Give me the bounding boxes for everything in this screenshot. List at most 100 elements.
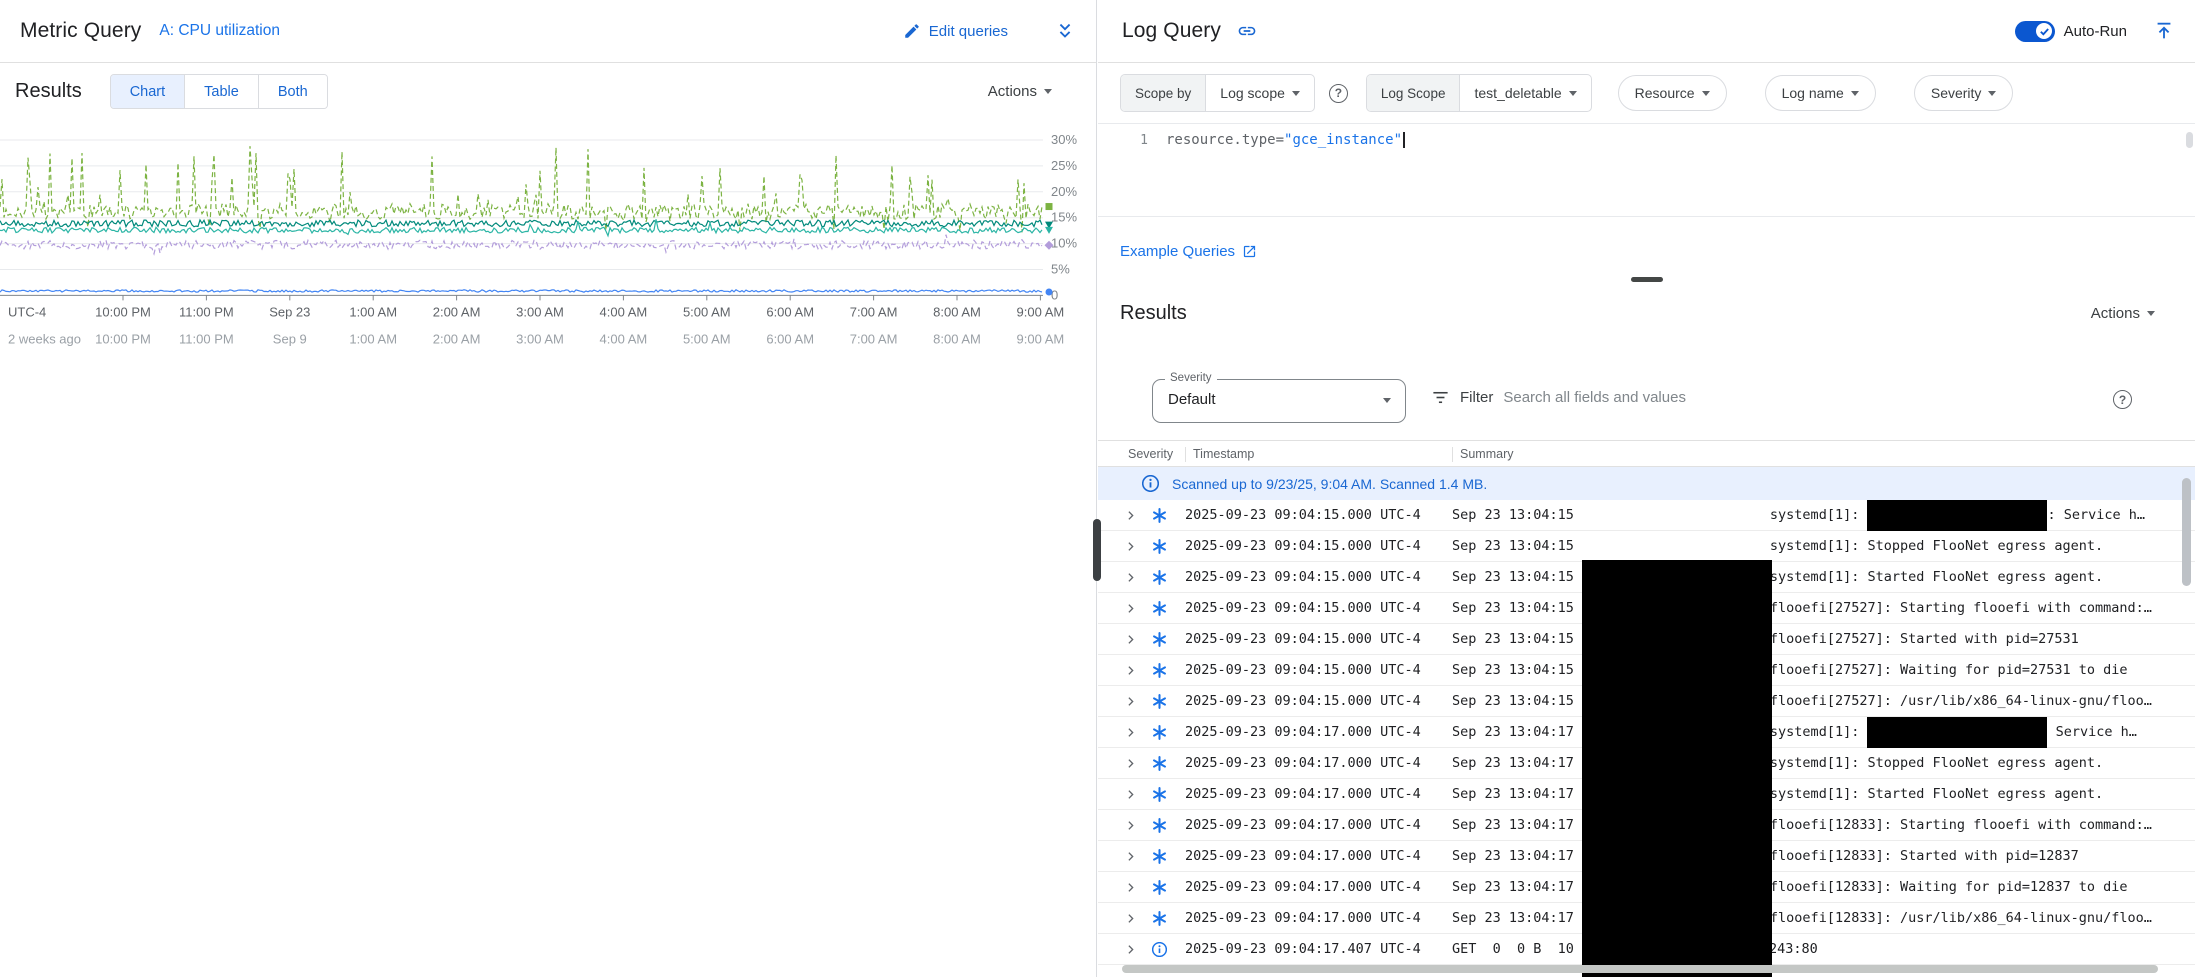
chart-canvas[interactable]: 30%25%20%15%10%5%0UTC-410:00 PM11:00 PMS…	[0, 120, 1097, 977]
severity-info-icon	[1152, 942, 1167, 957]
metric-query-a-link[interactable]: A: CPU utilization	[159, 22, 280, 40]
severity-cell	[1152, 818, 1185, 833]
expand-chevron-icon[interactable]	[1124, 819, 1152, 832]
collapse-queries-button[interactable]	[1054, 20, 1076, 42]
chevron-down-icon	[1383, 398, 1391, 403]
severity-select[interactable]: Severity Default	[1152, 379, 1406, 423]
expand-chevron-icon[interactable]	[1124, 726, 1152, 739]
filter-pill-resource[interactable]: Resource	[1618, 75, 1727, 111]
column-severity: Severity	[1128, 447, 1173, 461]
severity-default-icon	[1152, 663, 1167, 678]
timestamp-cell: 2025-09-23 09:04:17.000 UTC-4	[1185, 755, 1452, 771]
severity-default-icon	[1152, 880, 1167, 895]
redaction-overlay	[1582, 560, 1772, 977]
severity-default-icon	[1152, 601, 1167, 616]
expand-chevron-icon[interactable]	[1124, 881, 1152, 894]
query-editor[interactable]: 1 resource.type="gce_instance"	[1098, 123, 2195, 217]
chevron-down-icon	[2147, 311, 2155, 316]
x-axis-tick-label: 6:00 AM	[766, 304, 814, 319]
copy-link-button[interactable]	[1237, 21, 1257, 41]
summary-cell: Sep 23 13:04:15systemd[1]: Started FlooN…	[1452, 562, 2195, 593]
cpu-series-green-marker	[1046, 203, 1053, 210]
severity-cell	[1152, 911, 1185, 926]
scan-status-banner: Scanned up to 9/23/25, 9:04 AM. Scanned …	[1098, 467, 2195, 500]
horizontal-scrollbar[interactable]	[1122, 965, 2158, 973]
editor-resize-handle[interactable]	[1631, 277, 1663, 282]
x-axis-tick-label: Sep 23	[269, 304, 310, 319]
log-actions-button[interactable]: Actions	[2091, 305, 2155, 322]
x-axis-tick-label: 3:00 AM	[516, 304, 564, 319]
filter-pill-severity[interactable]: Severity	[1914, 75, 2014, 111]
log-scope-group: Log Scope test_deletable	[1366, 74, 1592, 112]
editor-scrollbar[interactable]	[2186, 132, 2193, 148]
timestamp-cell: 2025-09-23 09:04:17.000 UTC-4	[1185, 910, 1452, 926]
auto-run-toggle[interactable]	[2015, 21, 2055, 42]
timestamp-cell: 2025-09-23 09:04:15.000 UTC-4	[1185, 569, 1452, 585]
x-axis-tick-label: Sep 9	[273, 331, 307, 346]
expand-chevron-icon[interactable]	[1124, 850, 1152, 863]
log-row[interactable]: 2025-09-23 09:04:15.000 UTC-4Sep 23 13:0…	[1098, 500, 2195, 531]
edit-queries-button[interactable]: Edit queries	[903, 22, 1008, 40]
summary-cell: Sep 23 13:04:15systemd[1]: Stopped FlooN…	[1452, 531, 2195, 562]
expand-chevron-icon[interactable]	[1124, 509, 1152, 522]
collapse-panel-button[interactable]	[2153, 20, 2175, 42]
log-query-title: Log Query	[1122, 19, 1221, 43]
tab-both[interactable]: Both	[258, 75, 327, 108]
summary-cell: Sep 23 13:04:15flooefi[27527]: /usr/lib/…	[1452, 686, 2195, 717]
expand-chevron-icon[interactable]	[1124, 540, 1152, 553]
severity-default-icon	[1152, 725, 1167, 740]
x-axis-tick-label: 4:00 AM	[600, 331, 648, 346]
x-axis-tick-label: 5:00 AM	[683, 331, 731, 346]
expand-chevron-icon[interactable]	[1124, 633, 1152, 646]
filter-pill-log-name[interactable]: Log name	[1765, 75, 1876, 111]
chevron-down-icon	[1702, 91, 1710, 96]
log-scope-dropdown[interactable]: Log scope	[1206, 75, 1314, 111]
expand-chevron-icon[interactable]	[1124, 943, 1152, 956]
metric-results-title: Results	[15, 80, 82, 103]
log-scope-value-dropdown[interactable]: test_deletable	[1460, 75, 1590, 111]
vertical-scrollbar[interactable]	[2182, 478, 2191, 586]
log-table-header: Severity Timestamp Summary	[1098, 440, 2195, 467]
expand-chevron-icon[interactable]	[1124, 788, 1152, 801]
tab-chart[interactable]: Chart	[111, 75, 184, 108]
example-queries-link[interactable]: Example Queries	[1120, 243, 1257, 260]
y-axis-tick-label: 10%	[1051, 236, 1077, 251]
pill-label: Resource	[1635, 85, 1695, 101]
expand-chevron-icon[interactable]	[1124, 664, 1152, 677]
metric-query-panel: Metric Query A: CPU utilization Edit que…	[0, 0, 1097, 977]
cpu-series-purple	[0, 235, 1042, 254]
y-axis-tick-label: 25%	[1051, 158, 1077, 173]
scope-help-icon[interactable]: ?	[1329, 84, 1348, 103]
results-help-icon[interactable]: ?	[2113, 390, 2132, 409]
x-axis-tick-label: 4:00 AM	[600, 304, 648, 319]
expand-chevron-icon[interactable]	[1124, 912, 1152, 925]
severity-cell	[1152, 570, 1185, 585]
filter-cluster: Filter	[1431, 388, 1933, 407]
expand-chevron-icon[interactable]	[1124, 602, 1152, 615]
summary-cell: Sep 23 13:04:17systemd[1]: Stopped FlooN…	[1452, 748, 2195, 779]
chevron-down-icon	[1851, 91, 1859, 96]
cpu-utilization-chart[interactable]: 30%25%20%15%10%5%0UTC-410:00 PM11:00 PMS…	[0, 120, 1097, 977]
search-input[interactable]	[1503, 389, 1933, 406]
y-axis-tick-label: 30%	[1051, 132, 1077, 147]
x-axis-tick-label: 1:00 AM	[349, 331, 397, 346]
x-axis-tick-label: 10:00 PM	[95, 331, 151, 346]
panel-resize-handle[interactable]	[1093, 519, 1101, 581]
log-row[interactable]: 2025-09-23 09:04:15.000 UTC-4Sep 23 13:0…	[1098, 531, 2195, 562]
tab-table[interactable]: Table	[184, 75, 258, 108]
expand-chevron-icon[interactable]	[1124, 571, 1152, 584]
query-string-value: "gce_instance"	[1284, 132, 1402, 148]
timestamp-cell: 2025-09-23 09:04:17.000 UTC-4	[1185, 817, 1452, 833]
cpu-series-teal-dark	[0, 220, 1042, 227]
pencil-icon	[903, 22, 921, 40]
metric-actions-button[interactable]: Actions	[988, 83, 1052, 100]
filter-list-icon	[1431, 388, 1450, 407]
check-icon	[2039, 26, 2050, 37]
cpu-series-blue	[0, 290, 1042, 292]
x-axis-tick-label: 7:00 AM	[850, 304, 898, 319]
expand-chevron-icon[interactable]	[1124, 695, 1152, 708]
expand-chevron-icon[interactable]	[1124, 757, 1152, 770]
log-scope-dropdown-label: Log scope	[1220, 85, 1285, 101]
x-axis-tick-label: 1:00 AM	[349, 304, 397, 319]
summary-cell: Sep 23 13:04:15flooefi[27527]: Started w…	[1452, 624, 2195, 655]
